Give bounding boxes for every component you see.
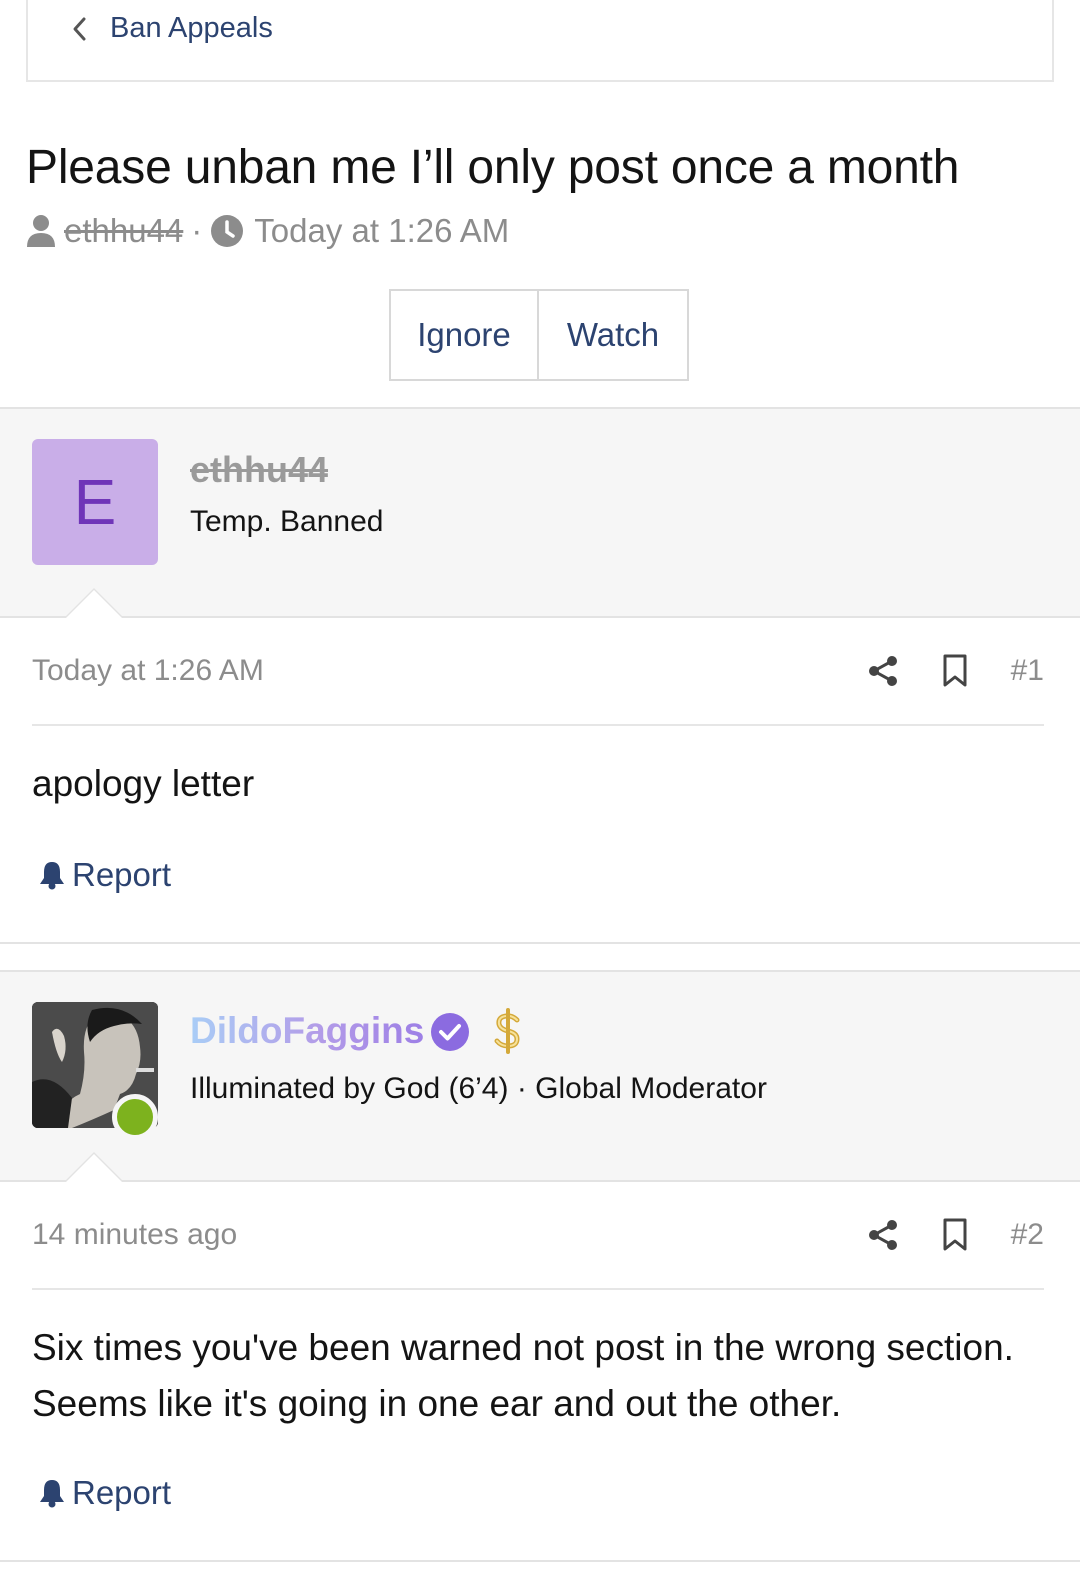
thread-author-link[interactable]: ethhu44 <box>64 212 183 250</box>
post-time[interactable]: Today at 1:26 AM <box>32 654 867 688</box>
report-label: Report <box>72 1474 172 1511</box>
post-actions: #1 <box>867 653 1044 689</box>
user-arrow <box>64 1152 124 1182</box>
chevron-left-icon <box>68 14 90 44</box>
breadcrumb: Ban Appeals <box>26 0 1054 82</box>
post-header: Today at 1:26 AM #1 <box>32 618 1044 726</box>
post-header: 14 minutes ago #2 <box>32 1182 1044 1290</box>
user-title: Temp. Banned <box>190 505 384 538</box>
post-number[interactable]: #1 <box>1011 654 1044 688</box>
thread-time[interactable]: Today at 1:26 AM <box>254 212 509 250</box>
post-username[interactable]: DildoFaggins <box>190 1010 424 1052</box>
user-icon <box>26 214 56 248</box>
report-label: Report <box>72 856 172 893</box>
post-number[interactable]: #2 <box>1011 1218 1044 1252</box>
avatar[interactable]: E <box>32 439 158 565</box>
clock-icon <box>210 214 244 248</box>
report-link[interactable]: Report <box>38 856 171 894</box>
post-time[interactable]: 14 minutes ago <box>32 1218 867 1252</box>
post-user-header: DildoFaggins Illuminated by God (6’4) · … <box>0 970 1080 1182</box>
dollar-icon <box>490 1008 526 1054</box>
report-link[interactable]: Report <box>38 1474 171 1512</box>
post-username[interactable]: ethhu44 <box>190 449 328 491</box>
meta-separator: · <box>191 212 203 249</box>
post-user-header: E ethhu44 Temp. Banned <box>0 407 1080 618</box>
bell-icon <box>38 1478 66 1508</box>
thread-button-group: Ignore Watch <box>389 289 689 381</box>
thread-meta: ethhu44 · Today at 1:26 AM <box>26 212 509 250</box>
breadcrumb-link-ban-appeals[interactable]: Ban Appeals <box>68 12 273 45</box>
share-icon[interactable] <box>867 1217 899 1253</box>
user-title: Illuminated by God (6’4) · Global Modera… <box>190 1072 767 1105</box>
ignore-button[interactable]: Ignore <box>389 289 539 381</box>
share-icon[interactable] <box>867 653 899 689</box>
bookmark-icon[interactable] <box>939 1217 971 1253</box>
verified-badge-icon <box>430 1012 470 1052</box>
post-actions: #2 <box>867 1217 1044 1253</box>
user-arrow <box>64 588 124 618</box>
post-divider <box>0 1560 1080 1562</box>
watch-button[interactable]: Watch <box>539 289 689 381</box>
bookmark-icon[interactable] <box>939 653 971 689</box>
breadcrumb-label: Ban Appeals <box>110 12 273 44</box>
post-body: Six times you've been warned not post in… <box>32 1327 1014 1424</box>
online-status-indicator <box>112 1094 158 1140</box>
post-body: apology letter <box>32 763 255 804</box>
post-divider <box>0 942 1080 944</box>
bell-icon <box>38 860 66 890</box>
page-title: Please unban me I’ll only post once a mo… <box>26 141 960 194</box>
